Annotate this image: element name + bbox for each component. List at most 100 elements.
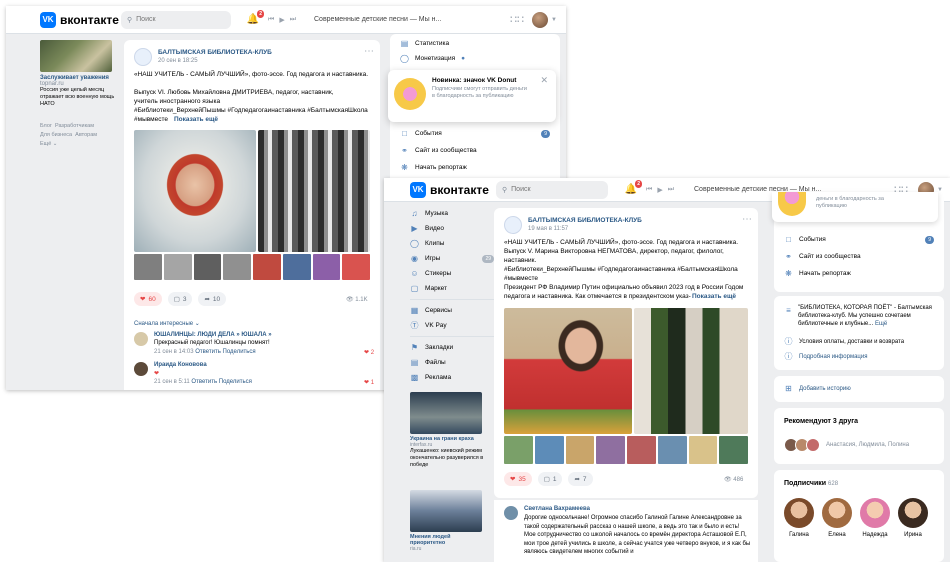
post-author[interactable]: БАЛТЫМСКАЯ БИБЛИОТЕКА-КЛУБ: [528, 217, 642, 224]
next-track-icon[interactable]: ⏭: [290, 16, 296, 24]
post-tags[interactable]: #Библиотеки_ВерхнейПышмы #Годпедагогаина…: [504, 265, 752, 283]
subscriber-name[interactable]: Елена: [818, 532, 856, 538]
ad-image[interactable]: [410, 392, 482, 434]
reply-link[interactable]: Ответить: [191, 379, 217, 385]
nav-item-services[interactable]: ▦ Сервисы: [410, 303, 494, 318]
add-story-block[interactable]: ⊞ Добавить историю: [774, 376, 944, 402]
subscribers-title[interactable]: Подписчики 628: [784, 480, 838, 487]
subscriber-name[interactable]: Галина: [780, 532, 818, 538]
search-input[interactable]: [511, 186, 602, 193]
subscriber-name[interactable]: Ирина: [894, 532, 932, 538]
group-archive-photo[interactable]: [258, 130, 370, 252]
comment-button[interactable]: ▢ 3: [167, 292, 193, 306]
footer-link-authors[interactable]: Авторам: [75, 132, 97, 138]
thumbnail[interactable]: [253, 254, 281, 280]
ceremony-photo[interactable]: [634, 308, 748, 434]
like-button[interactable]: ❤ 60: [134, 292, 162, 306]
about-more-link[interactable]: Ещё: [875, 321, 887, 327]
nav-item-games[interactable]: ◉ Игры 29: [410, 251, 494, 266]
ad-image[interactable]: [40, 40, 112, 72]
comment-avatar[interactable]: [134, 332, 148, 346]
thumbnail[interactable]: [312, 254, 341, 280]
prev-track-icon[interactable]: ⏮: [646, 186, 652, 194]
comment-like[interactable]: ❤ 2: [364, 349, 374, 356]
subscriber-avatar[interactable]: [898, 498, 928, 528]
comment-avatar[interactable]: [134, 362, 148, 376]
menu-item-live[interactable]: ❋ Начать репортаж: [400, 160, 467, 175]
comment-author[interactable]: ЮШАЛИНЦЫ: ЛЮДИ ДЕЛА » ЮШАЛА »: [154, 332, 272, 338]
next-track-icon[interactable]: ⏭: [668, 186, 674, 194]
terms-link[interactable]: ⓘ Условия оплаты, доставки и возврата: [784, 334, 905, 349]
thumbnail[interactable]: [342, 254, 370, 280]
recommend-names[interactable]: Анастасия, Людмила, Полина: [826, 442, 909, 448]
show-more-link[interactable]: Показать ещё: [174, 115, 218, 124]
nav-item-music[interactable]: ♫ Музыка: [410, 206, 494, 221]
thumbnail[interactable]: [719, 436, 748, 464]
post-author[interactable]: БАЛТЫМСКАЯ БИБЛИОТЕКА-КЛУБ: [158, 49, 272, 56]
search-box[interactable]: ⚲: [121, 10, 231, 29]
ad-title[interactable]: Мнения людей приоритетно: [410, 534, 484, 546]
share-link[interactable]: Поделиться: [219, 379, 252, 385]
thumbnail[interactable]: [223, 254, 251, 280]
close-icon[interactable]: ✕: [540, 75, 548, 86]
profile-avatar[interactable]: [532, 11, 548, 28]
menu-item-events[interactable]: □ События 9: [400, 126, 550, 141]
search-input[interactable]: [136, 16, 227, 23]
friend-avatar[interactable]: [806, 438, 820, 452]
menu-item-events[interactable]: □ События 9: [784, 232, 934, 247]
nav-item-video[interactable]: ▶ Видео: [410, 221, 494, 236]
post-date[interactable]: 20 сен в 18:25: [158, 58, 198, 64]
director-photo[interactable]: [504, 308, 632, 434]
show-more-link[interactable]: Показать ещё: [692, 292, 736, 301]
comment-author[interactable]: Ираида Коновова: [154, 362, 207, 368]
share-button[interactable]: ➦ 7: [568, 472, 593, 486]
thumbnail[interactable]: [193, 254, 222, 280]
subscriber-avatar[interactable]: [860, 498, 890, 528]
now-playing-text[interactable]: Современные детские песни — Мы н...: [314, 16, 441, 23]
thumbnail[interactable]: [282, 254, 311, 280]
menu-item-statistics[interactable]: ▤ Статистика: [400, 36, 449, 51]
subscriber-avatar[interactable]: [784, 498, 814, 528]
community-avatar[interactable]: [504, 216, 522, 234]
menu-item-live[interactable]: ❋ Начать репортаж: [784, 266, 851, 281]
thumbnail[interactable]: [627, 436, 656, 464]
more-options-icon[interactable]: ⋯: [364, 46, 374, 57]
chevron-down-icon[interactable]: ▼: [551, 17, 557, 23]
apps-grid-icon[interactable]: ∷∷: [510, 13, 524, 26]
play-icon[interactable]: ▶: [657, 186, 662, 194]
prev-track-icon[interactable]: ⏮: [268, 16, 274, 24]
nav-item-clips[interactable]: ◯ Клипы: [410, 236, 494, 251]
notifications-bell-icon[interactable]: 🔔 2: [624, 179, 642, 197]
footer-link-more[interactable]: Ещё: [40, 141, 51, 147]
menu-item-site[interactable]: ⚭ Сайт из сообщества: [400, 143, 476, 158]
post-tags[interactable]: #Библиотеки_ВерхнейПышмы #Годпедагогаина…: [134, 106, 374, 124]
thumbnail[interactable]: [688, 436, 718, 464]
nav-item-stickers[interactable]: ☺ Стикеры: [410, 266, 494, 281]
comment-avatar[interactable]: [504, 506, 518, 520]
nav-item-files[interactable]: ▤ Файлы: [410, 355, 494, 370]
left-ad-2[interactable]: Мнения людей приоритетно ria.ru: [410, 490, 484, 552]
details-link[interactable]: ⓘ Подробная информация: [784, 349, 868, 364]
vk-logo[interactable]: VK вконтакте: [410, 181, 489, 198]
comments-sort[interactable]: Сначала интересные ⌄: [134, 320, 200, 327]
thumbnail[interactable]: [504, 436, 533, 464]
thumbnail[interactable]: [596, 436, 625, 464]
nav-item-ads[interactable]: ▩ Реклама: [410, 370, 494, 385]
footer-link-developers[interactable]: Разработчикам: [55, 123, 94, 129]
menu-item-monetization[interactable]: ◯ Монетизация ●: [400, 51, 465, 66]
thumbnail[interactable]: [657, 436, 687, 464]
teacher-portrait-photo[interactable]: [134, 130, 256, 252]
comment-button[interactable]: ▢ 1: [537, 472, 563, 486]
footer-link-blog[interactable]: Блог: [40, 123, 52, 129]
subscriber-name[interactable]: Надежда: [856, 532, 894, 538]
subscriber-avatar[interactable]: [822, 498, 852, 528]
nav-item-market[interactable]: ▢ Маркет: [410, 281, 494, 296]
nav-item-vkpay[interactable]: Ⓣ VK Pay: [410, 318, 494, 333]
comment-author[interactable]: Светлана Вахрамеева: [524, 506, 590, 512]
like-button[interactable]: ❤ 35: [504, 472, 532, 486]
thumbnail[interactable]: [163, 254, 192, 280]
play-icon[interactable]: ▶: [279, 16, 284, 24]
search-box[interactable]: ⚲: [496, 180, 608, 199]
reply-link[interactable]: Ответить: [195, 349, 221, 355]
community-avatar[interactable]: [134, 48, 152, 66]
